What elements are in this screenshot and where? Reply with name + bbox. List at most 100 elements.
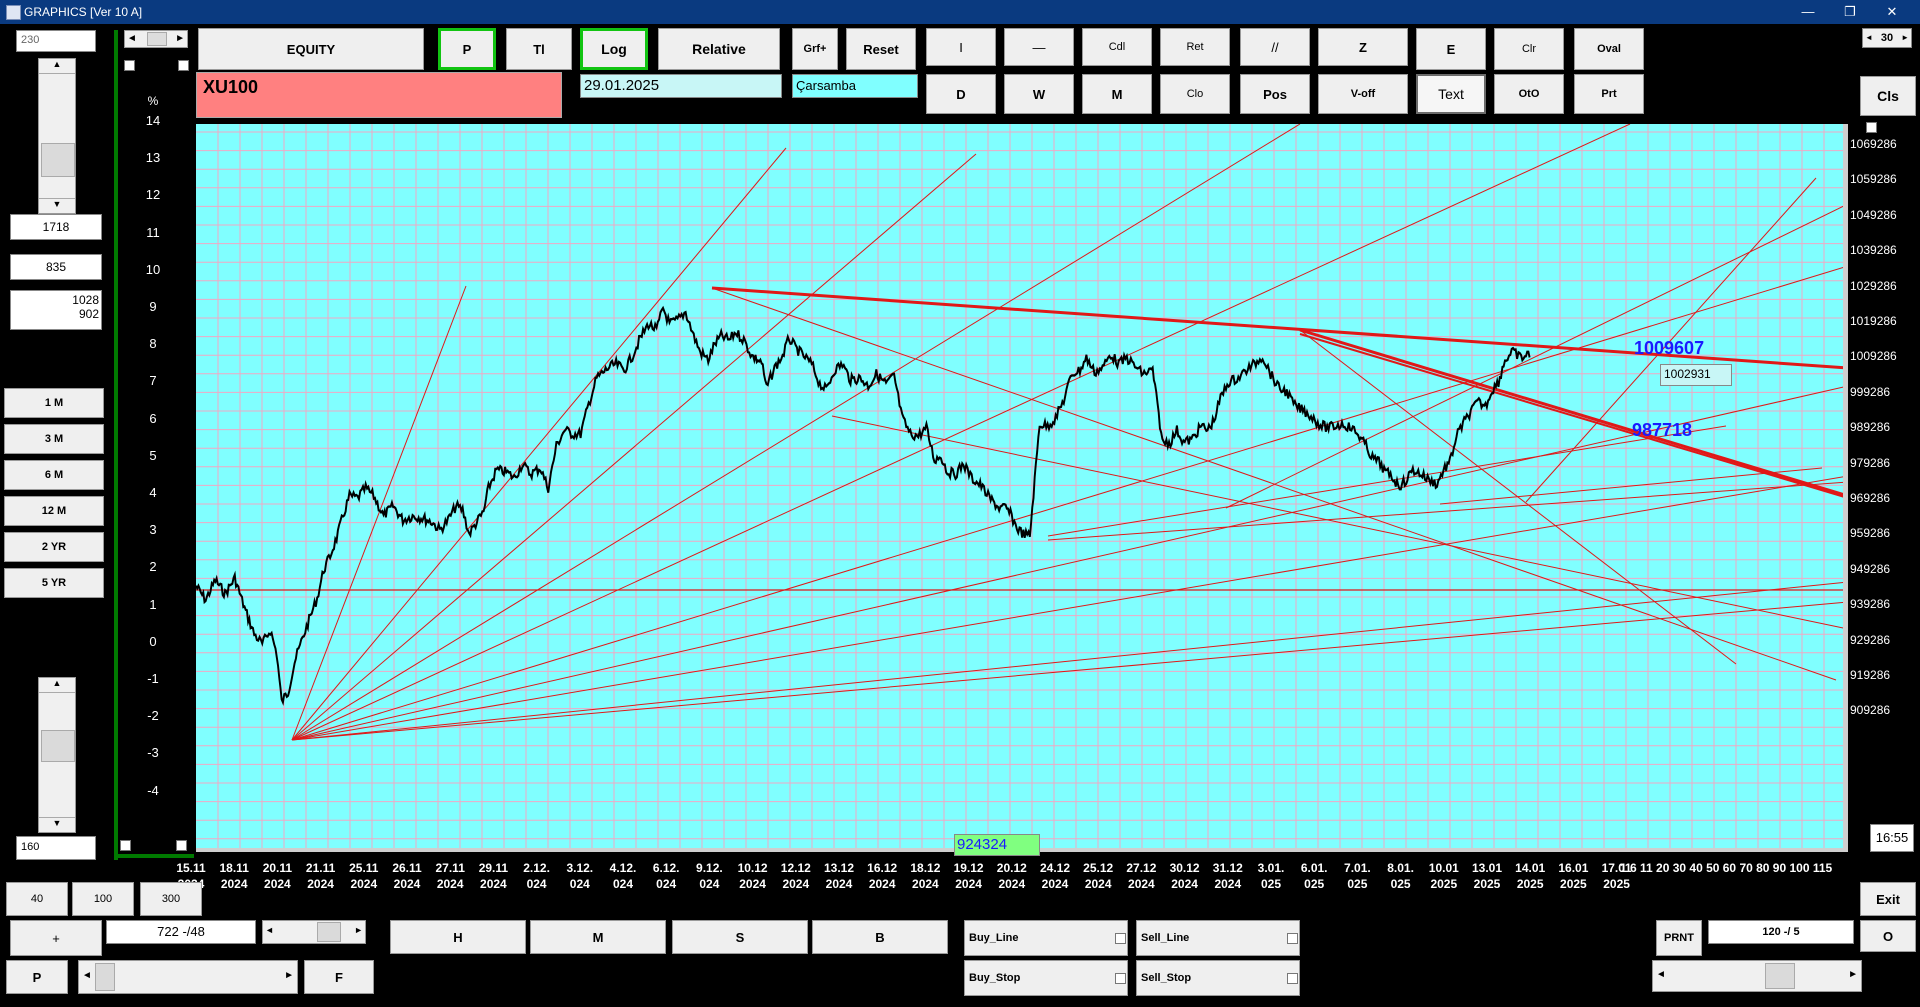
close-button[interactable]: ✕ <box>1872 2 1912 22</box>
e-button[interactable]: E <box>1416 28 1486 70</box>
pos-button[interactable]: Pos <box>1240 74 1310 114</box>
scroll-down-icon[interactable]: ▼ <box>39 198 75 213</box>
period-button[interactable]: 3 M <box>4 424 104 454</box>
voff-button[interactable]: V-off <box>1318 74 1408 114</box>
b-button[interactable]: B <box>812 920 948 954</box>
relative-button[interactable]: Relative <box>658 28 780 70</box>
scroll-down-icon[interactable]: ▼ <box>39 817 75 832</box>
b100-button[interactable]: 100 <box>72 882 134 916</box>
checkbox-top-right[interactable] <box>178 60 189 71</box>
period-button[interactable]: 12 M <box>4 496 104 526</box>
arrow-left-icon[interactable]: ◄ <box>82 970 92 981</box>
arrow-left-icon[interactable]: ◄ <box>127 33 137 44</box>
range-scrollbar[interactable]: ◄ ► <box>262 920 366 944</box>
sell-stop-toggle[interactable]: Sell_Stop <box>1136 960 1300 996</box>
p-button[interactable]: P <box>438 28 496 70</box>
ratio-field[interactable]: 120 -/ 5 <box>1708 920 1854 944</box>
f-button[interactable]: F <box>304 960 374 994</box>
b300-button[interactable]: 300 <box>140 882 202 916</box>
arrow-right-icon[interactable]: ► <box>1901 29 1909 47</box>
z-button[interactable]: Z <box>1318 28 1408 66</box>
date-field[interactable]: 29.01.2025 <box>580 74 782 98</box>
scroll-thumb[interactable] <box>1765 963 1795 989</box>
period-button[interactable]: 6 M <box>4 460 104 490</box>
checkbox-top-left[interactable] <box>124 60 135 71</box>
p-button-bottom[interactable]: P <box>6 960 68 994</box>
scroll-up-icon[interactable]: ▲ <box>39 59 75 74</box>
parallel-button[interactable]: // <box>1240 28 1310 66</box>
period-button[interactable]: 2 YR <box>4 532 104 562</box>
clr-button[interactable]: Clr <box>1494 28 1564 70</box>
cdl-button[interactable]: Cdl <box>1082 28 1152 66</box>
sell-line-checkbox[interactable] <box>1287 933 1298 944</box>
period-button[interactable]: 5 YR <box>4 568 104 598</box>
grf-button[interactable]: Grf+ <box>792 28 838 70</box>
price-axis-label: 919286 <box>1850 668 1891 682</box>
m-button-bottom[interactable]: M <box>530 920 666 954</box>
ret-button[interactable]: Ret <box>1160 28 1230 66</box>
left-scrollbar-bottom[interactable]: ▲ ▼ <box>38 677 76 833</box>
day-field: Çarsamba <box>792 74 918 98</box>
bottom-h-scrollbar[interactable]: ◄ ► <box>78 960 298 994</box>
price-axis-label: 949286 <box>1850 561 1891 576</box>
right-h-scrollbar[interactable]: ◄ ► <box>1652 960 1862 992</box>
arrow-left-icon[interactable]: ◄ <box>1656 969 1666 980</box>
x-axis-date: 13.12 <box>823 861 855 875</box>
upper-level-label: 1009607 <box>1634 338 1705 358</box>
buy-line-toggle[interactable]: Buy_Line <box>964 920 1128 956</box>
log-button[interactable]: Log <box>580 28 648 70</box>
oval-button[interactable]: Oval <box>1574 28 1644 70</box>
arrow-right-icon[interactable]: ► <box>1848 969 1858 980</box>
scroll-thumb[interactable] <box>41 143 75 177</box>
scroll-thumb[interactable] <box>41 730 75 762</box>
sell-line-toggle[interactable]: Sell_Line <box>1136 920 1300 956</box>
buy-stop-checkbox[interactable] <box>1115 973 1126 984</box>
clo-button[interactable]: Clo <box>1160 74 1230 114</box>
exit-button[interactable]: Exit <box>1860 882 1916 916</box>
b40-button[interactable]: 40 <box>6 882 68 916</box>
period-button[interactable]: 1 M <box>4 388 104 418</box>
checkbox-bottom-right[interactable] <box>176 840 187 851</box>
arrow-left-icon[interactable]: ◄ <box>265 925 274 935</box>
d-button[interactable]: D <box>926 74 996 114</box>
prnt-button[interactable]: PRNT <box>1656 920 1702 956</box>
o-button[interactable]: O <box>1860 920 1916 952</box>
left-scrollbar-top[interactable]: ▲ ▼ <box>38 58 76 214</box>
x-axis-year: 2025 <box>1603 877 1630 891</box>
scroll-up-icon[interactable]: ▲ <box>39 678 75 693</box>
s-button[interactable]: S <box>672 920 808 954</box>
zoom-spinner[interactable]: ◄ 30 ► <box>1862 28 1912 48</box>
oto-button[interactable]: OtO <box>1494 74 1564 114</box>
prt-button[interactable]: Prt <box>1574 74 1644 114</box>
m-button[interactable]: M <box>1082 74 1152 114</box>
buy-line-checkbox[interactable] <box>1115 933 1126 944</box>
range-field[interactable]: 722 -/48 <box>106 920 256 944</box>
top-value-field[interactable]: 230 <box>16 30 96 52</box>
hline-button[interactable]: — <box>1004 28 1074 66</box>
h-button[interactable]: H <box>390 920 526 954</box>
arrow-left-icon[interactable]: ◄ <box>1865 29 1873 47</box>
arrow-right-icon[interactable]: ► <box>175 33 185 44</box>
equity-button[interactable]: EQUITY <box>198 28 424 70</box>
w-button[interactable]: W <box>1004 74 1074 114</box>
minimize-button[interactable]: — <box>1788 2 1828 22</box>
arrow-right-icon[interactable]: ► <box>354 925 363 935</box>
symbol-field[interactable]: XU100 <box>196 72 562 118</box>
checkbox-right[interactable] <box>1866 122 1877 133</box>
plus-button[interactable]: + <box>10 920 102 956</box>
h-spinner[interactable]: ◄ ► <box>124 30 188 48</box>
cls-button[interactable]: Cls <box>1860 76 1916 116</box>
x-axis-year: 024 <box>569 877 590 891</box>
tl-button[interactable]: Tl <box>506 28 572 70</box>
i-button[interactable]: I <box>926 28 996 66</box>
maximize-button[interactable]: ❐ <box>1830 2 1870 22</box>
sell-stop-checkbox[interactable] <box>1287 973 1298 984</box>
bottom-value-field[interactable]: 160 <box>16 836 96 860</box>
checkbox-bottom-left[interactable] <box>120 840 131 851</box>
text-button[interactable]: Text <box>1416 74 1486 114</box>
x-axis-date: 27.12 <box>1126 861 1157 875</box>
arrow-right-icon[interactable]: ► <box>284 970 294 981</box>
price-chart[interactable] <box>196 124 1848 852</box>
reset-button[interactable]: Reset <box>846 28 916 70</box>
buy-stop-toggle[interactable]: Buy_Stop <box>964 960 1128 996</box>
